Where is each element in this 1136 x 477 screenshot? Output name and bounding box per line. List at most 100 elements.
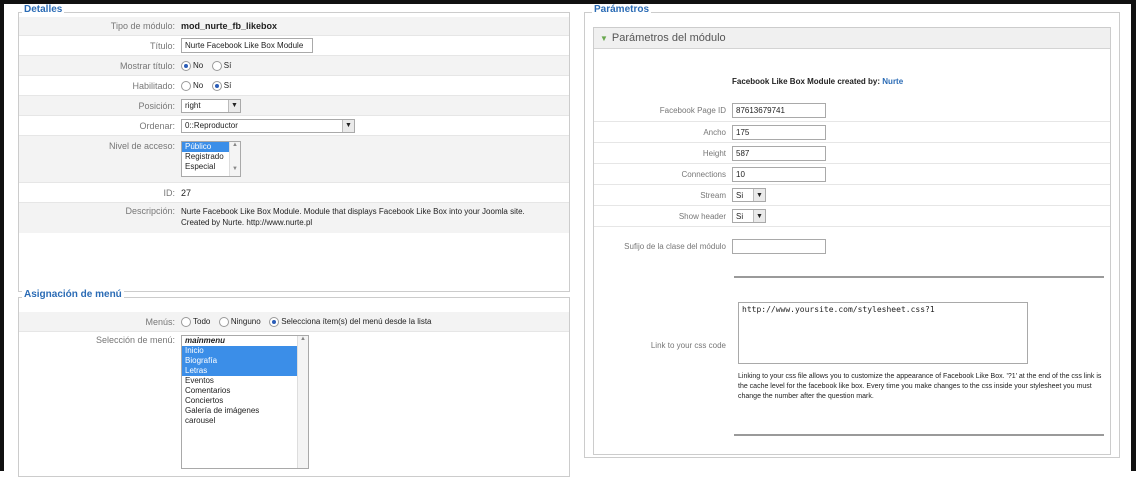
row-show-title: Mostrar título: No Sí	[19, 56, 569, 76]
id-label: ID:	[163, 187, 175, 198]
menu-group-header: mainmenu	[185, 336, 226, 345]
show-title-yes-option[interactable]: Sí	[211, 60, 232, 71]
details-fieldset: Tipo de módulo: mod_nurte_fb_likebox Tít…	[18, 12, 570, 292]
chevron-down-icon: ▼	[753, 189, 765, 201]
credit-link[interactable]: Nurte	[882, 77, 903, 86]
title-input[interactable]	[181, 38, 313, 53]
row-title: Título:	[19, 36, 569, 56]
enabled-no-radio[interactable]	[181, 80, 191, 91]
menu-item[interactable]: Conciertos	[182, 396, 308, 406]
row-width: Ancho	[594, 122, 1110, 143]
menu-assignment-legend: Asignación de menú	[22, 289, 124, 300]
menu-item[interactable]: Galería de imágenes	[182, 406, 308, 416]
row-credit: Facebook Like Box Module created by: Nur…	[594, 66, 1110, 96]
position-label: Posición:	[138, 100, 175, 111]
enabled-no-option[interactable]: No	[181, 80, 203, 91]
stream-select[interactable]: Si ▼	[732, 188, 766, 202]
menu-item[interactable]: Biografía	[182, 356, 308, 366]
show-title-no-radio[interactable]	[181, 60, 191, 71]
chevron-down-icon: ▼	[342, 119, 354, 132]
width-label: Ancho	[703, 127, 726, 137]
menu-item[interactable]: Inicio	[182, 346, 308, 356]
scroll-up-icon[interactable]: ▲	[298, 336, 308, 346]
row-module-type: Tipo de módulo: mod_nurte_fb_likebox	[19, 17, 569, 36]
menus-select-radio[interactable]	[269, 316, 280, 327]
menus-select-option[interactable]: Selecciona ítem(s) del menú desde la lis…	[269, 316, 432, 327]
page-id-label: Facebook Page ID	[659, 106, 726, 115]
menu-selection-label: Selección de menú:	[95, 335, 175, 345]
credit-text: Facebook Like Box Module created by:	[732, 76, 881, 86]
menu-item[interactable]: carousel	[182, 416, 308, 426]
enabled-yes-text: Sí	[223, 81, 232, 91]
menus-none-radio[interactable]	[218, 316, 229, 327]
menus-select-text: Selecciona ítem(s) del menú desde la lis…	[281, 317, 432, 327]
show-header-select[interactable]: Si ▼	[732, 209, 766, 223]
access-listbox[interactable]: Público Registrado Especial ▲ ▼	[181, 141, 241, 177]
show-header-label: Show header	[678, 211, 726, 221]
menu-selection-scrollbar[interactable]: ▲	[297, 336, 308, 468]
menu-item[interactable]: Letras	[182, 366, 308, 376]
chevron-down-icon: ▼	[228, 99, 240, 112]
suffix-input[interactable]	[732, 238, 826, 254]
row-height: Height	[594, 143, 1110, 164]
show-title-yes-text: Sí	[223, 61, 232, 71]
menu-selection-listbox[interactable]: mainmenu Inicio Biografía Letras Eventos…	[181, 335, 309, 469]
description-label: Descripción:	[125, 206, 175, 216]
params-accordion-header[interactable]: ▼ Parámetros del módulo	[594, 28, 1110, 49]
scroll-down-icon[interactable]: ▼	[230, 166, 240, 176]
row-id: ID: 27	[19, 183, 569, 203]
menu-item[interactable]: Comentarios	[182, 386, 308, 396]
access-scrollbar[interactable]: ▲ ▼	[229, 142, 240, 176]
order-select-value: 0::Reproductor	[185, 121, 238, 130]
connections-input[interactable]	[732, 166, 826, 182]
css-link-label: Link to your css code	[650, 340, 726, 350]
menus-all-text: Todo	[193, 317, 211, 327]
params-fieldset: ▼ Parámetros del módulo Facebook Like Box…	[584, 12, 1120, 458]
menus-all-radio[interactable]	[181, 316, 191, 327]
show-title-label: Mostrar título:	[119, 60, 175, 71]
position-select-value: right	[185, 101, 201, 110]
triangle-down-icon: ▼	[600, 34, 608, 43]
show-header-select-value: Si	[736, 211, 744, 221]
module-type-value: mod_nurte_fb_likebox	[181, 21, 278, 31]
menu-item[interactable]: Eventos	[182, 376, 308, 386]
params-accordion-panel: ▼ Parámetros del módulo Facebook Like Box…	[593, 27, 1111, 455]
access-label: Nivel de acceso:	[108, 141, 175, 151]
position-select[interactable]: right ▼	[181, 98, 241, 113]
css-help-text: Linking to your css file allows you to c…	[738, 373, 1102, 400]
row-order: Ordenar: 0::Reproductor ▼	[19, 116, 569, 136]
menus-none-option[interactable]: Ninguno	[218, 316, 261, 327]
title-label: Título:	[149, 40, 175, 51]
menus-all-option[interactable]: Todo	[181, 316, 211, 327]
row-connections: Connections	[594, 164, 1110, 185]
show-title-yes-radio[interactable]	[211, 60, 222, 71]
menu-assignment-fieldset: Menús: Todo Ninguno Selecciona ítem(s) d…	[18, 297, 570, 477]
enabled-yes-radio[interactable]	[211, 80, 222, 91]
scroll-up-icon[interactable]: ▲	[230, 142, 240, 152]
params-section-title: Parámetros del módulo	[611, 32, 726, 44]
params-legend: Parámetros	[592, 4, 652, 15]
order-label: Ordenar:	[139, 120, 175, 131]
height-label: Height	[702, 148, 726, 158]
row-menus: Menús: Todo Ninguno Selecciona ítem(s) d…	[19, 312, 569, 332]
row-page-id: Facebook Page ID	[594, 100, 1110, 122]
width-input[interactable]	[732, 124, 826, 140]
window-frame-top	[0, 0, 1136, 4]
row-stream: Stream Si ▼	[594, 185, 1110, 206]
row-menu-selection: Selección de menú: mainmenu Inicio Biogr…	[19, 335, 569, 475]
order-select[interactable]: 0::Reproductor ▼	[181, 118, 355, 133]
show-title-no-option[interactable]: No	[181, 60, 204, 71]
show-title-no-text: No	[193, 61, 204, 71]
page-id-input[interactable]	[732, 103, 826, 118]
css-link-textarea[interactable]: http://www.yoursite.com/stylesheet.css?1	[738, 302, 1028, 364]
description-value: Nurte Facebook Like Box Module. Module t…	[181, 207, 525, 227]
row-position: Posición: right ▼	[19, 96, 569, 116]
separator	[734, 434, 1104, 436]
enabled-yes-option[interactable]: Sí	[211, 80, 232, 91]
connections-label: Connections	[681, 169, 726, 179]
id-value: 27	[181, 187, 192, 198]
chevron-down-icon: ▼	[753, 210, 765, 222]
row-show-header: Show header Si ▼	[594, 206, 1110, 227]
enabled-label: Habilitado:	[132, 80, 175, 91]
height-input[interactable]	[732, 145, 826, 161]
